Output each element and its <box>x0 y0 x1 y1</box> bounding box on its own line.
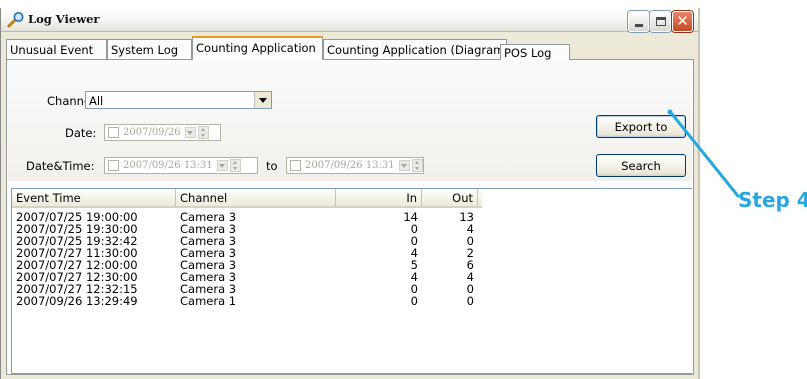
datetime-label: Date&Time: <box>26 159 95 173</box>
out-cell: 0 <box>466 294 474 308</box>
in-cell: 0 <box>410 294 418 308</box>
in-cell: 4 <box>410 246 418 260</box>
tab-counting-application[interactable]: Counting Application <box>192 36 323 60</box>
column-channel[interactable]: Channel <box>176 189 336 206</box>
calendar-dropdown-icon[interactable] <box>398 160 410 171</box>
datetime-from-checkbox[interactable] <box>108 160 119 171</box>
magnifier-icon <box>7 12 24 28</box>
table-row[interactable]: 2007/09/26 13:29:49 Camera 1 0 0 <box>12 295 482 307</box>
counting-application-panel: Channel: All Date: 2007/09/26 Date&Time:… <box>6 59 694 375</box>
datetime-to-picker[interactable]: 2007/09/26 13:31 <box>286 157 424 174</box>
close-button[interactable]: ✕ <box>672 11 693 32</box>
minimize-button[interactable] <box>628 11 649 32</box>
chevron-down-icon[interactable] <box>254 92 271 108</box>
window-title: Log Viewer <box>28 12 100 26</box>
maximize-button[interactable] <box>650 11 671 32</box>
tab-counting-application-diagram[interactable]: Counting Application (Diagram) <box>323 39 507 60</box>
calendar-dropdown-icon[interactable] <box>184 127 196 138</box>
to-label: to <box>266 159 278 173</box>
counting-log-table[interactable]: Event Time Channel In Out 2007/07/25 19:… <box>11 188 692 374</box>
table-header: Event Time Channel In Out <box>12 189 482 208</box>
in-cell: 0 <box>410 222 418 236</box>
time-spinner-icon[interactable] <box>229 159 241 172</box>
channel-select[interactable]: All <box>85 91 272 109</box>
in-cell: 5 <box>410 258 418 272</box>
date-spinner-icon[interactable] <box>197 126 209 139</box>
datetime-from-value: 2007/09/26 13:31 <box>123 160 213 171</box>
in-cell: 14 <box>403 210 418 224</box>
minimize-icon <box>634 24 643 27</box>
search-button[interactable]: Search <box>596 154 686 177</box>
export-button[interactable]: Export to <box>596 115 686 138</box>
datetime-from-picker[interactable]: 2007/09/26 13:31 <box>104 157 258 174</box>
in-cell: 4 <box>410 270 418 284</box>
calendar-dropdown-icon[interactable] <box>216 160 228 171</box>
step-4-annotation: Step 4 <box>738 188 807 212</box>
time-spinner-icon[interactable] <box>411 159 423 172</box>
date-label: Date: <box>65 126 97 140</box>
channel-cell: Camera 1 <box>180 294 237 308</box>
column-out[interactable]: Out <box>422 189 478 206</box>
channel-select-value: All <box>89 94 104 108</box>
title-bar[interactable]: Log Viewer ✕ <box>1 8 698 32</box>
date-enable-checkbox[interactable] <box>108 127 119 138</box>
tab-system-log[interactable]: System Log <box>107 39 192 60</box>
tab-unusual-event[interactable]: Unusual Event <box>6 39 107 60</box>
datetime-to-checkbox[interactable] <box>290 160 301 171</box>
tab-bar: Unusual Event System Log Counting Applic… <box>6 36 696 60</box>
column-event-time[interactable]: Event Time <box>12 189 176 206</box>
in-cell: 0 <box>410 234 418 248</box>
tab-pos-log[interactable]: POS Log <box>500 44 570 60</box>
log-viewer-window: Log Viewer ✕ Unusual Event System Log Co… <box>0 8 700 379</box>
date-value: 2007/09/26 <box>123 127 181 138</box>
in-cell: 0 <box>410 282 418 296</box>
date-picker[interactable]: 2007/09/26 <box>104 124 221 141</box>
event-time-cell: 2007/09/26 13:29:49 <box>16 294 138 308</box>
close-icon: ✕ <box>676 12 689 30</box>
datetime-to-value: 2007/09/26 13:31 <box>305 160 395 171</box>
column-in[interactable]: In <box>336 189 422 206</box>
maximize-icon <box>655 17 666 26</box>
